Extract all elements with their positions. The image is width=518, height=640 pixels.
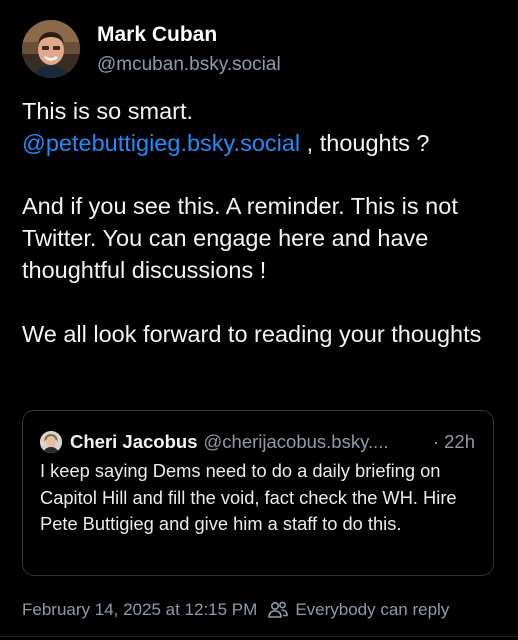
post-line-1: This is so smart. xyxy=(22,98,194,124)
quoted-post-header: Cheri Jacobus @cherijacobus.bsky.... xyxy=(70,430,389,454)
post-paragraph-2: And if you see this. A reminder. This is… xyxy=(22,193,458,283)
quoted-post-card[interactable]: Cheri Jacobus @cherijacobus.bsky.... · 22… xyxy=(22,410,494,576)
divider xyxy=(0,636,518,637)
post-thread-item: Mark Cuban @mcuban.bsky.social This is s… xyxy=(0,0,518,640)
people-icon[interactable] xyxy=(267,600,289,620)
quoted-author-handle[interactable]: @cherijacobus.bsky.... xyxy=(204,431,389,452)
author-avatar[interactable] xyxy=(22,20,80,78)
post-footer: February 14, 2025 at 12:15 PM Everybody … xyxy=(22,598,449,622)
quoted-author-avatar-image xyxy=(40,431,62,453)
post-line-2: @petebuttigieg.bsky.social , thoughts ? xyxy=(22,128,502,160)
quoted-author-avatar[interactable] xyxy=(40,431,62,453)
reply-setting-label[interactable]: Everybody can reply xyxy=(295,598,449,622)
quoted-post-text: I keep saying Dems need to do a daily br… xyxy=(40,460,457,535)
quoted-author-name[interactable]: Cheri Jacobus xyxy=(70,431,198,452)
post-paragraph-3: We all look forward to reading your thou… xyxy=(22,320,482,347)
post-body: This is so smart. @petebuttigieg.bsky.so… xyxy=(22,96,502,350)
author-avatar-image xyxy=(22,20,80,78)
author-display-name[interactable]: Mark Cuban xyxy=(97,22,217,48)
post-timestamp: February 14, 2025 at 12:15 PM xyxy=(22,600,258,619)
author-handle[interactable]: @mcuban.bsky.social xyxy=(97,53,281,77)
quoted-post-time[interactable]: · 22h xyxy=(433,430,475,454)
mention-suffix: , thoughts ? xyxy=(300,129,430,156)
mention-link[interactable]: @petebuttigieg.bsky.social xyxy=(22,130,300,156)
